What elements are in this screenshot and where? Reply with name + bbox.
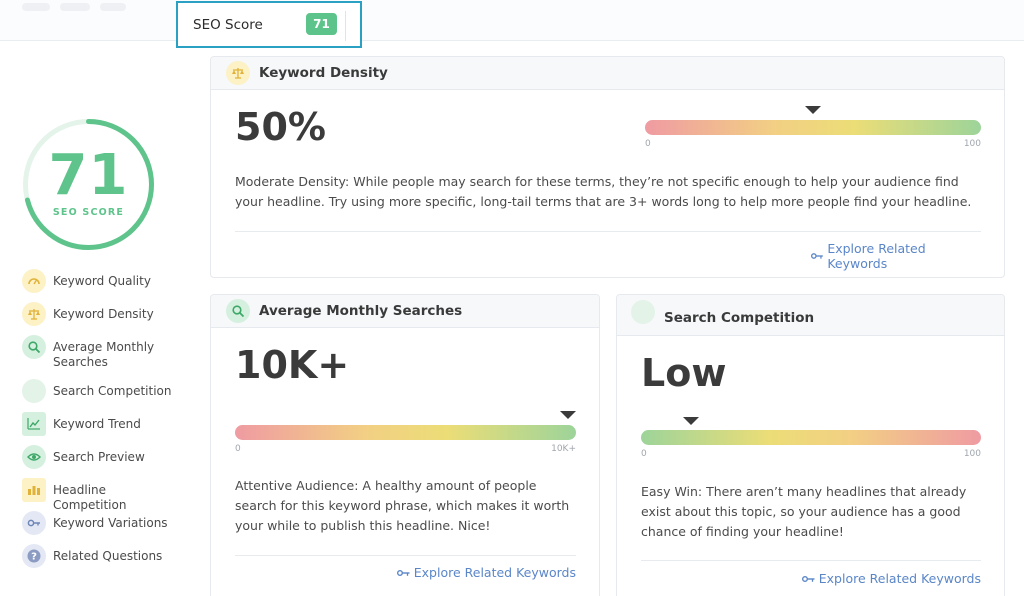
scale-icon <box>226 61 250 85</box>
sidebar-item-label: Keyword Variations <box>53 516 168 530</box>
divider <box>235 555 576 556</box>
explore-related-keywords-label: Explore Related Keywords <box>413 565 576 580</box>
explore-related-keywords-label: Explore Related Keywords <box>818 571 981 586</box>
tab-seo-score-label: SEO Score <box>193 16 263 33</box>
search-competition-header: Search Competition <box>617 295 1004 336</box>
magnifier-icon <box>22 335 46 359</box>
explore-related-keywords-link[interactable]: Explore Related Keywords <box>811 241 981 271</box>
sidebar-item-label: Keyword Quality <box>53 274 151 288</box>
keyword-density-card: Keyword Density 50% 0 100 Moderate Densi… <box>210 56 1005 278</box>
divider <box>235 231 981 232</box>
seo-score-value: 71 <box>48 143 129 208</box>
sidebar-item-keyword-quality[interactable]: Keyword Quality <box>22 269 183 293</box>
average-monthly-searches-scale-max: 10K+ <box>551 444 576 454</box>
svg-text:?: ? <box>31 552 37 563</box>
question-icon: ? <box>22 544 46 568</box>
sidebar-item-related-questions[interactable]: ? Related Questions <box>22 544 183 568</box>
keyword-density-meter <box>645 120 981 135</box>
search-competition-card: Search Competition Low 0 100 Easy Win: T… <box>616 294 1005 596</box>
seo-score-caption: SEO SCORE <box>52 207 125 218</box>
keyword-density-scale-max: 100 <box>963 139 981 149</box>
sidebar-item-search-competition[interactable]: Search Competition <box>22 379 183 403</box>
search-competition-description: Easy Win: There aren’t many headlines th… <box>641 484 967 539</box>
key-icon <box>22 511 46 535</box>
divider <box>641 560 981 561</box>
keyword-density-scale-min: 0 <box>645 139 651 149</box>
search-competition-scale-max: 100 <box>963 449 981 459</box>
sidebar-item-keyword-density[interactable]: Keyword Density <box>22 302 183 326</box>
top-bar <box>0 0 1024 41</box>
magnifier-icon <box>226 299 250 323</box>
sidebar-item-headline-competition[interactable]: Headline Competition <box>22 478 183 513</box>
sidebar-item-label: Search Competition <box>53 384 172 398</box>
average-monthly-searches-marker <box>560 411 576 419</box>
sidebar-item-label: Average Monthly Searches <box>53 340 155 369</box>
average-monthly-searches-meter <box>235 425 576 440</box>
search-competition-scale-min: 0 <box>641 449 647 459</box>
seo-score-badge: 71 <box>306 13 337 35</box>
search-competition-value: Low <box>641 351 727 395</box>
search-competition-meter <box>641 430 981 445</box>
key-icon <box>396 569 410 576</box>
search-competition-title: Search Competition <box>664 310 815 326</box>
sidebar-item-label: Related Questions <box>53 549 163 563</box>
circle-icon <box>631 300 655 324</box>
sidebar-item-search-preview[interactable]: Search Preview <box>22 445 183 469</box>
keyword-density-title: Keyword Density <box>259 65 388 81</box>
sidebar-item-label: Keyword Trend <box>53 417 141 431</box>
key-icon <box>811 253 823 259</box>
average-monthly-searches-card: Average Monthly Searches 10K+ 0 10K+ Att… <box>210 294 600 596</box>
scale-icon <box>22 302 46 326</box>
tab-seo-score[interactable]: SEO Score 71 <box>176 1 362 48</box>
gauge-icon <box>22 269 46 293</box>
explore-related-keywords-link[interactable]: Explore Related Keywords <box>797 571 981 586</box>
faded-logo <box>22 0 152 14</box>
average-monthly-searches-header: Average Monthly Searches <box>211 295 599 328</box>
sidebar-item-label: Headline Competition <box>53 483 127 512</box>
average-monthly-searches-title: Average Monthly Searches <box>259 303 463 319</box>
tab-separator <box>345 11 346 41</box>
key-icon <box>801 575 815 582</box>
sidebar-item-label: Search Preview <box>53 450 145 464</box>
average-monthly-searches-scale-min: 0 <box>235 444 241 454</box>
average-monthly-searches-value: 10K+ <box>235 343 350 387</box>
trend-chart-icon <box>22 412 46 436</box>
explore-related-keywords-label: Explore Related Keywords <box>827 241 926 271</box>
explore-related-keywords-link[interactable]: Explore Related Keywords <box>391 565 576 580</box>
sidebar-item-label: Keyword Density <box>53 307 154 321</box>
keyword-density-header: Keyword Density <box>211 57 1004 90</box>
sidebar-item-keyword-trend[interactable]: Keyword Trend <box>22 412 183 436</box>
average-monthly-searches-description: Attentive Audience: A healthy amount of … <box>235 478 570 533</box>
sidebar-item-keyword-variations[interactable]: Keyword Variations <box>22 511 183 535</box>
search-competition-marker <box>683 417 700 425</box>
eye-icon <box>22 445 46 469</box>
bars-icon <box>22 478 46 502</box>
sidebar-item-average-monthly-searches[interactable]: Average Monthly Searches <box>22 335 163 370</box>
keyword-density-description: Moderate Density: While people may searc… <box>235 174 972 209</box>
keyword-density-value: 50% <box>235 105 326 149</box>
keyword-density-marker <box>805 106 821 114</box>
circle-icon <box>22 379 46 403</box>
